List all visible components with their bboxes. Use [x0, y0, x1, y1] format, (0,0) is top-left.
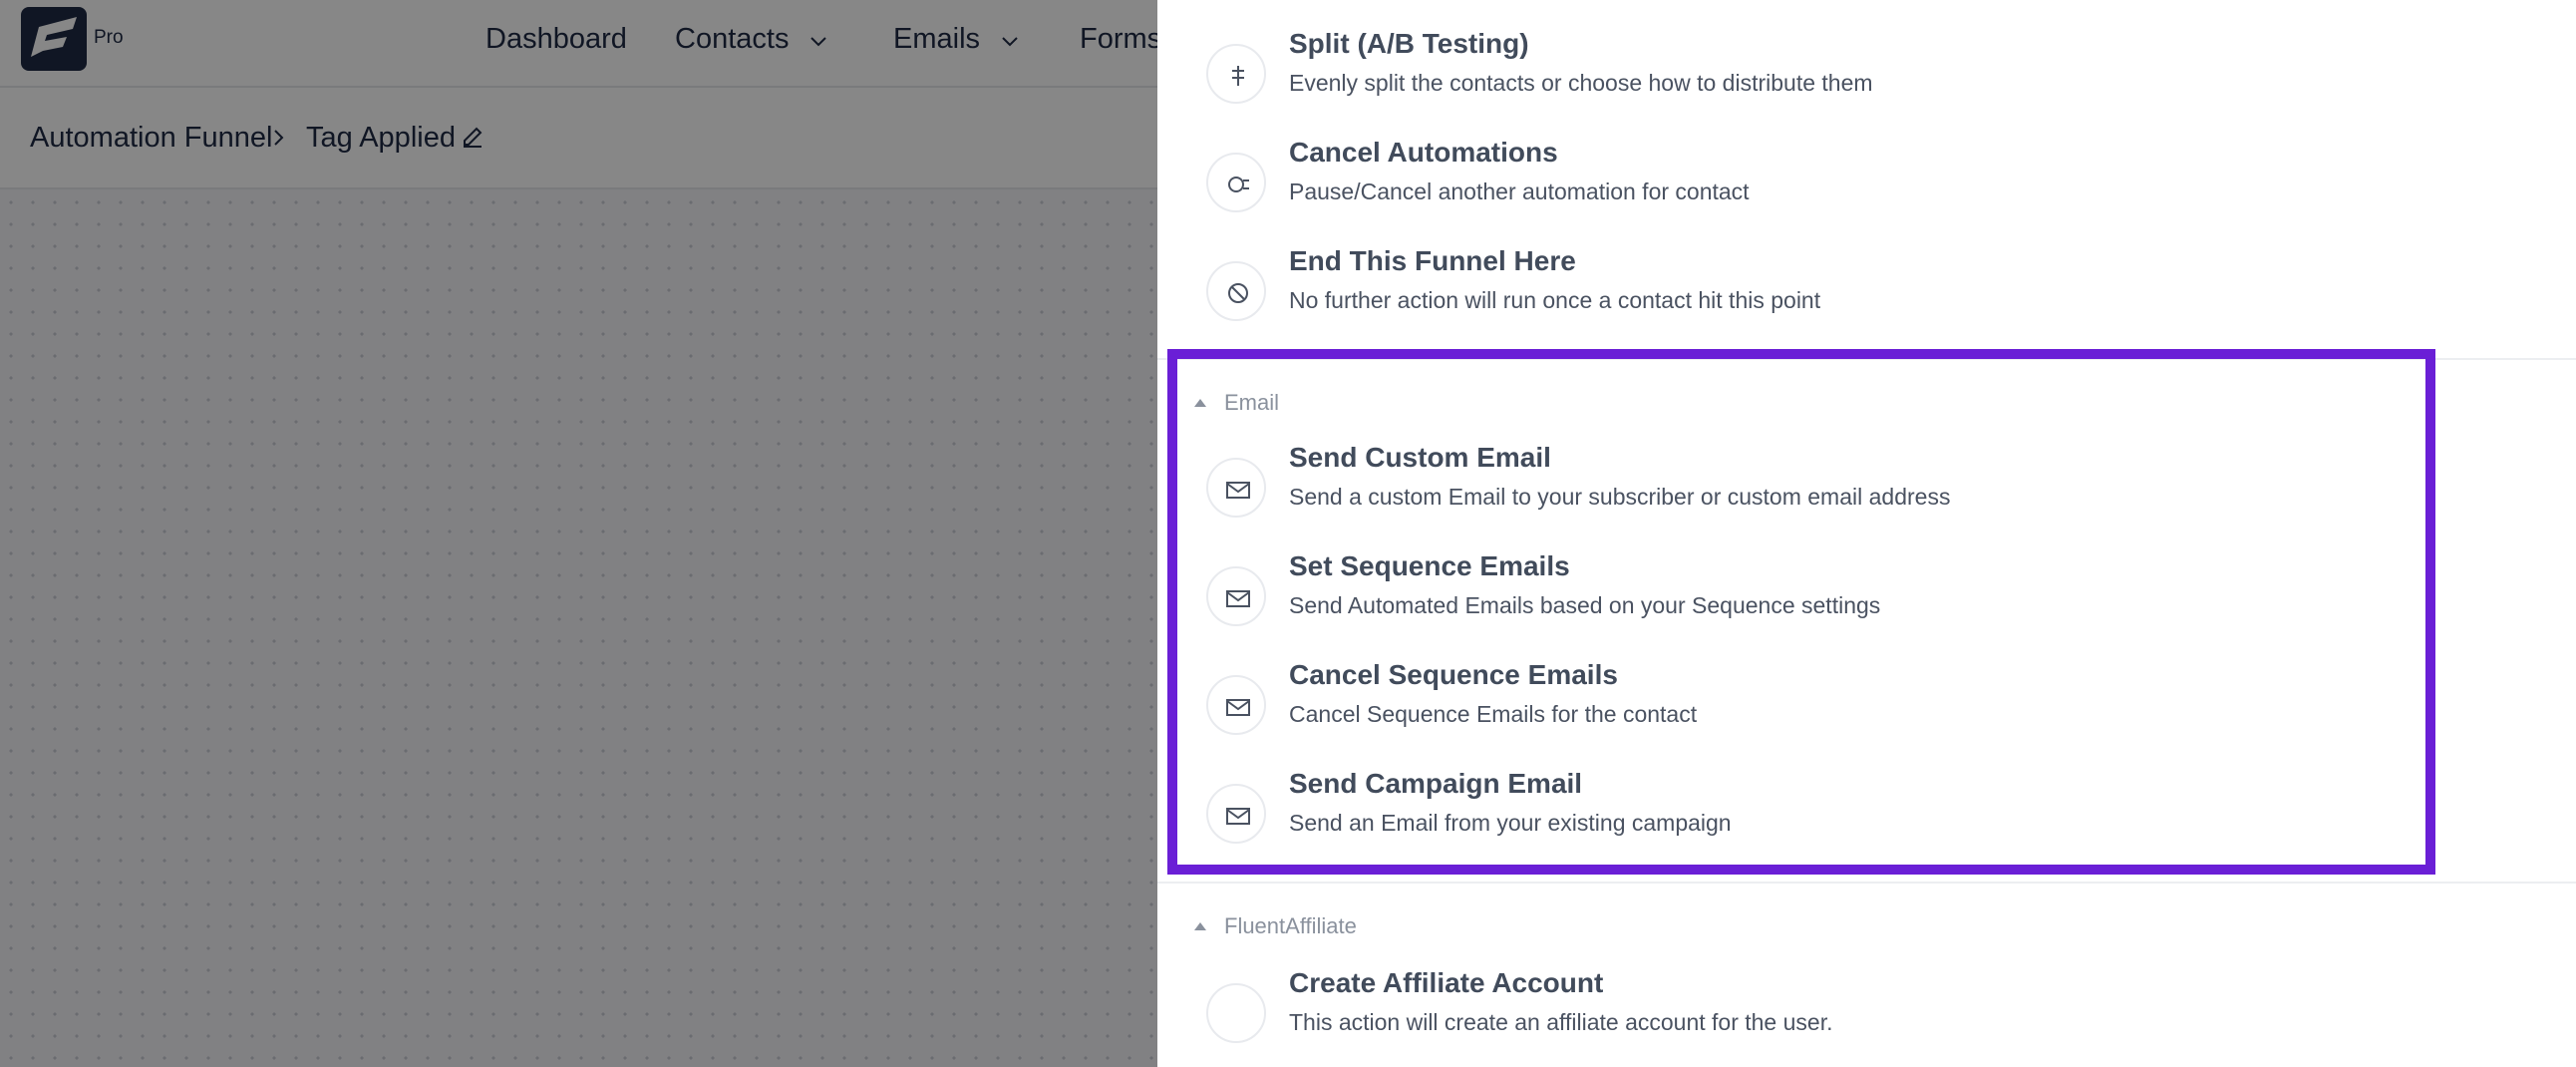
action-send-custom-email[interactable]: Send Custom Email Send a custom Email to…	[1157, 442, 2576, 541]
action-description: Send Automated Emails based on your Sequ…	[1289, 592, 1881, 618]
action-split-ab-testing[interactable]: Split (A/B Testing) Evenly split the con…	[1157, 28, 2576, 128]
action-title: End This Funnel Here	[1289, 245, 1576, 276]
stop-icon	[1206, 261, 1266, 321]
action-create-affiliate-account[interactable]: Create Affiliate Account This action wil…	[1157, 967, 2576, 1067]
action-title: Set Sequence Emails	[1289, 550, 1570, 581]
email-send-icon	[1206, 458, 1266, 518]
action-title: Split (A/B Testing)	[1289, 28, 1529, 59]
action-title: Cancel Automations	[1289, 137, 1558, 168]
action-cancel-automations[interactable]: Cancel Automations Pause/Cancel another …	[1157, 137, 2576, 236]
caret-up-icon	[1194, 922, 1206, 930]
action-description: Evenly split the contacts or choose how …	[1289, 70, 1873, 96]
affiliate-icon	[1206, 983, 1266, 1043]
action-title: Create Affiliate Account	[1289, 967, 1604, 998]
section-divider	[1157, 882, 2576, 884]
action-title: Send Campaign Email	[1289, 768, 1583, 799]
email-sequence-icon	[1206, 566, 1266, 626]
group-name: FluentAffiliate	[1224, 913, 1357, 938]
action-description: Cancel Sequence Emails for the contact	[1289, 701, 1698, 727]
action-description: No further action will run once a contac…	[1289, 287, 1821, 313]
split-icon	[1206, 44, 1266, 104]
action-title: Cancel Sequence Emails	[1289, 659, 1618, 690]
email-cancel-icon	[1206, 675, 1266, 735]
action-send-campaign-email[interactable]: Send Campaign Email Send an Email from y…	[1157, 768, 2576, 868]
action-description: This action will create an affiliate acc…	[1289, 1009, 1833, 1035]
action-end-funnel[interactable]: End This Funnel Here No further action w…	[1157, 245, 2576, 345]
action-cancel-sequence-emails[interactable]: Cancel Sequence Emails Cancel Sequence E…	[1157, 659, 2576, 759]
group-header-fluentaffiliate[interactable]: FluentAffiliate	[1194, 911, 1357, 941]
action-selector-drawer: Split (A/B Testing) Evenly split the con…	[1157, 0, 2576, 1067]
group-name: Email	[1224, 390, 1280, 415]
email-campaign-icon	[1206, 784, 1266, 844]
group-header-email[interactable]: Email	[1194, 388, 1279, 418]
action-description: Send an Email from your existing campaig…	[1289, 810, 1732, 836]
cancel-automation-icon	[1206, 153, 1266, 212]
section-divider	[1157, 358, 2576, 360]
action-description: Pause/Cancel another automation for cont…	[1289, 178, 1750, 204]
action-set-sequence-emails[interactable]: Set Sequence Emails Send Automated Email…	[1157, 550, 2576, 650]
caret-up-icon	[1194, 399, 1206, 407]
action-description: Send a custom Email to your subscriber o…	[1289, 484, 1951, 510]
action-title: Send Custom Email	[1289, 442, 1551, 473]
